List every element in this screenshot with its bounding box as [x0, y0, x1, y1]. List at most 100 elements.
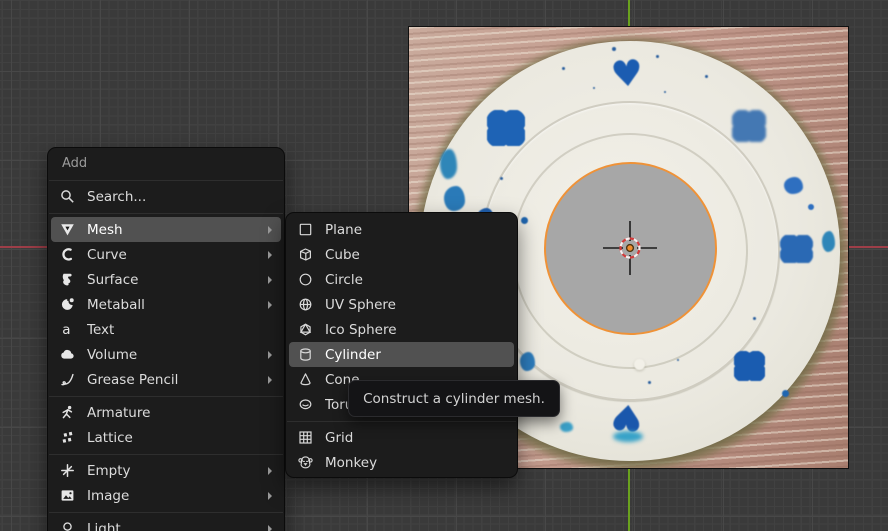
submenu-arrow-icon [268, 301, 272, 309]
mesh-submenu-item-grid[interactable]: Grid [289, 425, 514, 450]
mesh-icon [59, 221, 76, 238]
lattice-icon [59, 429, 76, 446]
cone-icon [297, 371, 314, 388]
cylinder-icon [297, 346, 314, 363]
monkey-icon [297, 454, 314, 471]
submenu-arrow-icon [268, 351, 272, 359]
submenu-arrow-icon [268, 492, 272, 500]
tooltip-text: Construct a cylinder mesh. [363, 391, 545, 407]
plate-decoration-blob [784, 177, 803, 194]
plate-decoration-dot [656, 55, 659, 58]
plate-decoration-heart: ♥ [609, 56, 644, 95]
mesh-submenu-item-circle[interactable]: Circle [289, 267, 514, 292]
menu-item-label: Grid [325, 430, 506, 446]
plate-decoration-dot [782, 390, 789, 397]
cube-icon [297, 246, 314, 263]
circle-icon [297, 271, 314, 288]
add-menu-item-empty[interactable]: Empty [51, 458, 281, 483]
plate-decoration-blob [444, 186, 465, 211]
add-menu-item-metaball[interactable]: Metaball [51, 292, 281, 317]
menu-separator [287, 421, 516, 422]
plate-decoration-quat [780, 235, 813, 263]
add-menu-item-lattice[interactable]: Lattice [51, 425, 281, 450]
mesh-submenu-item-plane[interactable]: Plane [289, 217, 514, 242]
menu-item-label: Search... [87, 189, 273, 205]
menu-item-label: Text [87, 322, 273, 338]
menu-item-label: Image [87, 488, 257, 504]
add-menu-item-text[interactable]: a Text [51, 317, 281, 342]
svg-text:a: a [62, 322, 70, 338]
menu-item-label: Volume [87, 347, 257, 363]
add-menu-item-armature[interactable]: Armature [51, 400, 281, 425]
menu-item-label: Metaball [87, 297, 257, 313]
text-icon: a [59, 321, 76, 338]
plate-decoration-blob [440, 149, 457, 179]
plate-decoration-dot [808, 204, 814, 210]
plate-decoration-dot [521, 217, 528, 224]
menu-item-label: Monkey [325, 455, 506, 471]
image-icon [59, 487, 76, 504]
add-menu-item-curve[interactable]: Curve [51, 242, 281, 267]
menu-item-label: Ico Sphere [325, 322, 506, 338]
plate-decoration-blob [822, 231, 835, 252]
plate-decoration-quat [487, 110, 525, 146]
plate-decoration-dot [753, 317, 756, 320]
menu-separator [49, 180, 283, 181]
add-menu-item-grease-pencil[interactable]: Grease Pencil [51, 367, 281, 392]
add-menu-item-image[interactable]: Image [51, 483, 281, 508]
plate-decoration-dot [648, 381, 651, 384]
blender-3d-viewport[interactable]: ♥♥ Add Search...MeshCurveSurfaceMetaball… [0, 0, 888, 531]
mesh-submenu-item-monkey[interactable]: Monkey [289, 450, 514, 475]
plate-decoration-dot [562, 67, 565, 70]
submenu-arrow-icon [268, 251, 272, 259]
tooltip: Construct a cylinder mesh. [348, 380, 560, 417]
add-menu-item-surface[interactable]: Surface [51, 267, 281, 292]
add-menu-item-mesh[interactable]: Mesh [51, 217, 281, 242]
plane-icon [297, 221, 314, 238]
plate-decoration-dot [500, 177, 503, 180]
mesh-submenu-item-cube[interactable]: Cube [289, 242, 514, 267]
add-menu-item-volume[interactable]: Volume [51, 342, 281, 367]
torus-icon [297, 396, 314, 413]
submenu-arrow-icon [268, 376, 272, 384]
mesh-submenu-item-cylinder[interactable]: Cylinder [289, 342, 514, 367]
menu-item-label: Curve [87, 247, 257, 263]
menu-separator [49, 512, 283, 513]
menu-item-label: Light [87, 521, 257, 531]
add-menu-item-light[interactable]: Light [51, 516, 281, 531]
plate-decoration-dot [664, 91, 666, 93]
plate-decoration-dot [705, 75, 708, 78]
empty-icon [59, 462, 76, 479]
submenu-arrow-icon [268, 467, 272, 475]
submenu-arrow-icon [268, 276, 272, 284]
armature-icon [59, 404, 76, 421]
menu-separator [49, 396, 283, 397]
plate-decoration-blob [560, 422, 573, 432]
add-menu-item-search[interactable]: Search... [51, 184, 281, 209]
plate-decoration-smear [613, 431, 643, 442]
grease-pencil-icon [59, 371, 76, 388]
menu-separator [49, 454, 283, 455]
3d-cursor-icon [600, 218, 660, 278]
mesh-submenu-item-ico-sphere[interactable]: Ico Sphere [289, 317, 514, 342]
add-menu-title: Add [48, 151, 284, 176]
metaball-icon [59, 296, 76, 313]
menu-item-label: Plane [325, 222, 506, 238]
menu-separator [49, 213, 283, 214]
submenu-arrow-icon [268, 226, 272, 234]
plate-decoration-glare [634, 359, 645, 370]
grid-icon [297, 429, 314, 446]
submenu-arrow-icon [268, 525, 272, 531]
menu-item-label: Surface [87, 272, 257, 288]
menu-item-label: Mesh [87, 222, 257, 238]
mesh-submenu: Plane CubeCircle UV Sphere Ico Sphere Cylind… [285, 212, 518, 478]
light-icon [59, 520, 76, 531]
menu-item-label: Grease Pencil [87, 372, 257, 388]
plate-decoration-dot [612, 47, 616, 51]
add-menu: Add Search... Mesh Curve Surface Metaball a Te… [47, 147, 285, 531]
plate-decoration-dot [677, 359, 679, 361]
menu-item-label: UV Sphere [325, 297, 506, 313]
mesh-submenu-item-uv-sphere[interactable]: UV Sphere [289, 292, 514, 317]
menu-item-label: Lattice [87, 430, 273, 446]
surface-icon [59, 271, 76, 288]
